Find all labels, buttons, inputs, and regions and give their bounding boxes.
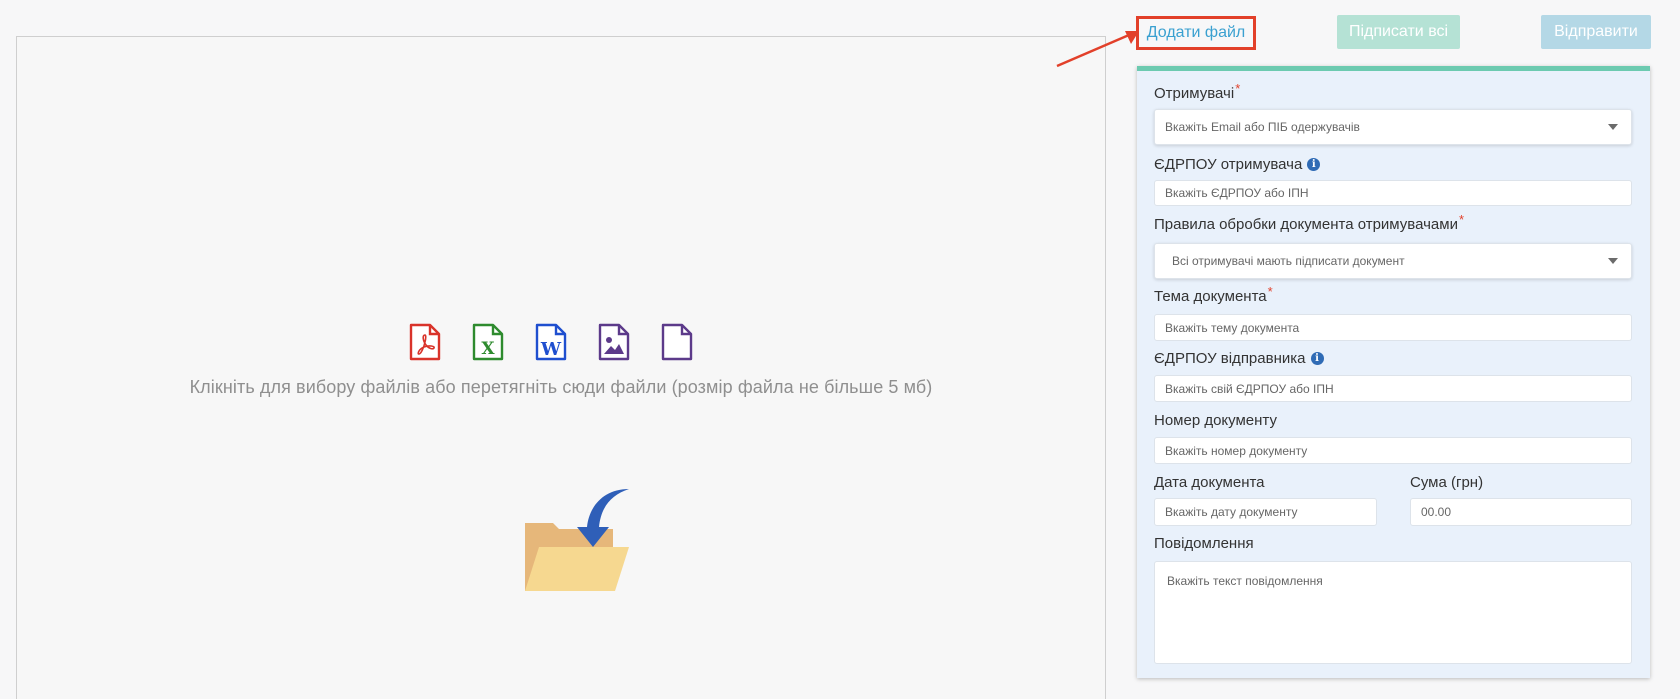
sender-code-input[interactable]: Вкажіть свій ЄДРПОУ або ІПН: [1154, 375, 1632, 402]
subject-placeholder: Вкажіть тему документа: [1165, 320, 1300, 335]
file-type-icons: X W: [17, 323, 1105, 361]
word-file-icon: W: [535, 323, 567, 361]
processing-rules-label-text: Правила обробки документа отримувачами: [1154, 216, 1458, 233]
doc-number-input[interactable]: Вкажіть номер документу: [1154, 437, 1632, 464]
info-icon[interactable]: i: [1310, 352, 1324, 365]
processing-rules-value: Всі отримувачі мають підписати документ: [1172, 254, 1405, 268]
subject-input[interactable]: Вкажіть тему документа: [1154, 314, 1632, 341]
amount-input[interactable]: 00.00: [1410, 498, 1632, 526]
sender-code-placeholder: Вкажіть свій ЄДРПОУ або ІПН: [1165, 381, 1334, 396]
sign-all-button[interactable]: Підписати всі: [1337, 15, 1460, 49]
message-textarea[interactable]: Вкажіть текст повідомлення: [1154, 561, 1632, 664]
recipient-code-placeholder: Вкажіть ЄДРПОУ або ІПН: [1165, 186, 1309, 200]
svg-text:X: X: [481, 339, 495, 359]
message-placeholder: Вкажіть текст повідомлення: [1167, 574, 1323, 588]
file-dropzone[interactable]: X W Клікніть для вибору файлів або перет…: [16, 36, 1106, 699]
message-label: Повідомлення: [1154, 535, 1254, 552]
subject-label: Тема документа *: [1154, 284, 1273, 305]
required-mark: *: [1458, 212, 1465, 227]
recipient-code-input[interactable]: Вкажіть ЄДРПОУ або ІПН: [1154, 180, 1632, 206]
chevron-down-icon: [1608, 124, 1618, 130]
dropzone-hint: Клікніть для вибору файлів або перетягні…: [189, 377, 933, 397]
recipient-code-label: ЄДРПОУ отримувача i: [1154, 156, 1321, 173]
doc-number-placeholder: Вкажіть номер документу: [1165, 443, 1308, 458]
annotation-arrow-icon: [1056, 31, 1139, 68]
document-form: Отримувачі * Вкажіть Email або ПІБ одержу…: [1137, 66, 1650, 678]
doc-number-label: Номер документу: [1154, 412, 1277, 429]
processing-rules-label: Правила обробки документа отримувачами *: [1154, 212, 1464, 233]
recipients-placeholder: Вкажіть Email або ПІБ одержувачів: [1165, 120, 1360, 134]
amount-label-text: Сума (грн): [1410, 474, 1484, 491]
blank-file-icon: [661, 323, 693, 361]
image-file-icon: [598, 323, 630, 361]
doc-number-label-text: Номер документу: [1154, 412, 1277, 429]
amount-placeholder: 00.00: [1421, 505, 1452, 519]
doc-date-placeholder: Вкажіть дату документу: [1165, 505, 1298, 519]
amount-label: Сума (грн): [1410, 474, 1483, 491]
required-mark: *: [1267, 284, 1273, 299]
recipients-label-text: Отримувачі: [1154, 85, 1235, 102]
excel-file-icon: X: [472, 323, 504, 361]
recipient-code-label-text: ЄДРПОУ отримувача: [1154, 156, 1303, 173]
add-file-button[interactable]: Додати файл: [1136, 16, 1256, 50]
sender-code-label-text: ЄДРПОУ відправника: [1154, 350, 1306, 367]
folder-download-icon: [525, 489, 629, 591]
svg-text:W: W: [540, 339, 562, 360]
doc-date-label: Дата документа: [1154, 474, 1265, 491]
sender-code-label: ЄДРПОУ відправника i: [1154, 350, 1324, 367]
doc-date-label-text: Дата документа: [1154, 474, 1265, 491]
required-mark: *: [1235, 81, 1241, 96]
info-icon[interactable]: i: [1307, 158, 1321, 171]
chevron-down-icon: [1608, 258, 1618, 264]
send-button[interactable]: Відправити: [1541, 15, 1651, 49]
pdf-file-icon: [409, 323, 441, 361]
subject-label-text: Тема документа: [1154, 288, 1267, 305]
message-label-text: Повідомлення: [1154, 535, 1254, 552]
processing-rules-select[interactable]: Всі отримувачі мають підписати документ: [1154, 243, 1632, 279]
recipients-label: Отримувачі *: [1154, 81, 1240, 102]
recipients-select[interactable]: Вкажіть Email або ПІБ одержувачів: [1154, 109, 1632, 145]
doc-date-input[interactable]: Вкажіть дату документу: [1154, 498, 1377, 526]
